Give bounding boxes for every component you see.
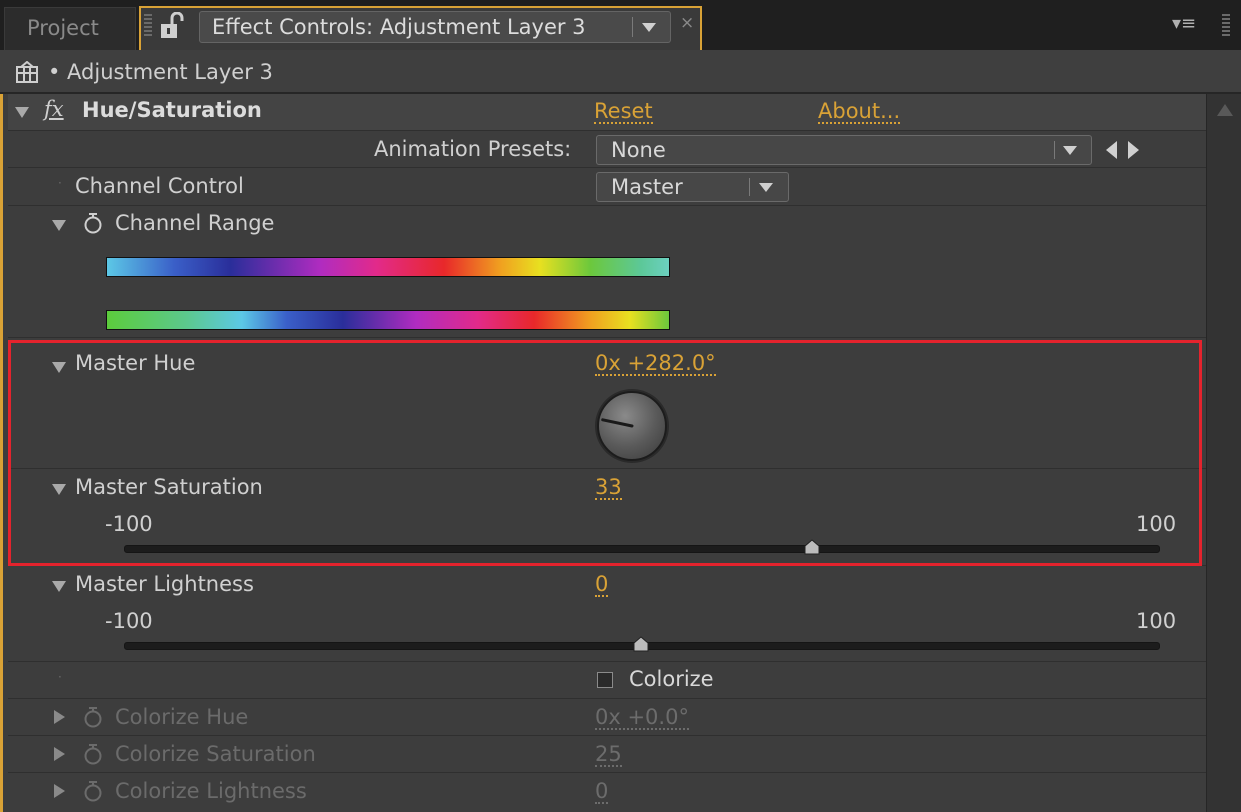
layer-header: • Adjustment Layer 3 [0, 50, 1241, 94]
tab-bar: Project Effect Controls: Adjustment Laye… [0, 0, 1241, 50]
effect-properties: fx Hue/Saturation Reset About... Animati… [8, 94, 1206, 812]
collapse-triangle-icon[interactable] [52, 484, 66, 495]
dropdown-separator [749, 178, 750, 196]
master-saturation-slider-thumb[interactable] [804, 539, 820, 555]
master-lightness-row: Master Lightness 0 -100 100 [8, 566, 1206, 662]
channel-control-row: · Channel Control Master [8, 168, 1206, 206]
next-preset-icon[interactable] [1128, 141, 1139, 159]
collapse-triangle-icon[interactable] [15, 107, 29, 118]
colorize-checkbox[interactable] [597, 672, 613, 688]
master-saturation-slider[interactable] [124, 545, 1160, 553]
colorize-row: · Colorize [8, 662, 1206, 699]
panel-menu-icon[interactable]: ▾≡ [1172, 13, 1206, 37]
collapse-triangle-icon[interactable] [52, 220, 66, 231]
expand-triangle-icon[interactable] [54, 710, 65, 724]
channel-range-top-bar[interactable] [106, 257, 670, 277]
colorize-hue-value: 0x +0.0° [595, 705, 689, 730]
slider-min-label: -100 [105, 512, 153, 536]
chevron-down-icon [642, 23, 656, 32]
slider-max-label: 100 [1136, 512, 1177, 536]
channel-control-value: Master [611, 175, 683, 199]
stopwatch-icon[interactable] [83, 780, 103, 802]
previous-preset-icon[interactable] [1106, 141, 1117, 159]
colorize-saturation-label: Colorize Saturation [115, 742, 316, 766]
animation-presets-label: Animation Presets: [374, 137, 572, 161]
colorize-saturation-row: Colorize Saturation 25 [8, 736, 1206, 773]
colorize-saturation-value: 25 [595, 742, 622, 767]
chevron-down-icon [1063, 146, 1077, 155]
master-lightness-value[interactable]: 0 [595, 573, 609, 597]
fx-icon[interactable]: fx [44, 97, 64, 121]
dropdown-separator [1054, 141, 1055, 159]
channel-control-dropdown[interactable]: Master [596, 172, 789, 202]
panel-focus-border [0, 94, 3, 812]
channel-range-label: Channel Range [115, 211, 275, 235]
bullet-icon: · [58, 176, 62, 190]
stopwatch-icon[interactable] [83, 212, 103, 234]
collapse-triangle-icon[interactable] [52, 581, 66, 592]
master-lightness-slider-thumb[interactable] [633, 636, 649, 652]
slider-min-label: -100 [105, 609, 153, 633]
master-hue-dial[interactable] [592, 386, 672, 466]
composition-icon [16, 61, 38, 83]
colorize-hue-row: Colorize Hue 0x +0.0° [8, 699, 1206, 736]
master-saturation-label: Master Saturation [75, 475, 263, 499]
animation-presets-value: None [611, 138, 666, 162]
master-hue-value[interactable]: 0x +282.0° [595, 352, 716, 376]
animation-presets-dropdown[interactable]: None [596, 135, 1092, 165]
effect-header-row: fx Hue/Saturation Reset About... [8, 94, 1206, 131]
effect-controls-layer-dropdown[interactable]: Effect Controls: Adjustment Layer 3 [199, 11, 671, 43]
tab-title: Effect Controls: Adjustment Layer 3 [212, 15, 586, 39]
stopwatch-icon[interactable] [83, 706, 103, 728]
tab-project[interactable]: Project [4, 7, 136, 50]
expand-triangle-icon[interactable] [54, 784, 65, 798]
colorize-lightness-row: Colorize Lightness 0 [8, 773, 1206, 812]
master-saturation-value[interactable]: 33 [595, 476, 622, 500]
master-hue-row: Master Hue 0x +282.0° [8, 338, 1206, 469]
colorize-lightness-value: 0 [595, 779, 609, 804]
stopwatch-icon[interactable] [83, 743, 103, 765]
effect-name: Hue/Saturation [82, 98, 262, 122]
master-hue-label: Master Hue [75, 351, 196, 375]
channel-control-label: Channel Control [75, 174, 244, 198]
vertical-scrollbar[interactable] [1206, 94, 1241, 812]
channel-range-row: Channel Range [8, 206, 1206, 338]
scroll-up-arrow-icon[interactable] [1217, 104, 1233, 116]
panel-grip-handle[interactable] [144, 12, 152, 36]
colorize-hue-label: Colorize Hue [115, 705, 249, 729]
colorize-lightness-label: Colorize Lightness [115, 779, 307, 803]
collapse-triangle-icon[interactable] [52, 362, 66, 373]
bullet-icon: · [58, 670, 62, 684]
close-icon[interactable]: × [680, 13, 694, 33]
slider-max-label: 100 [1136, 609, 1177, 633]
chevron-down-icon [759, 183, 773, 192]
dropdown-separator [632, 17, 633, 37]
lock-icon[interactable] [160, 12, 186, 40]
colorize-label: Colorize [629, 667, 714, 691]
master-lightness-label: Master Lightness [75, 572, 254, 596]
animation-presets-row: Animation Presets: None [8, 131, 1206, 168]
panel-grip-handle-right[interactable] [1222, 12, 1230, 36]
master-saturation-row: Master Saturation 33 -100 100 [8, 469, 1206, 566]
expand-triangle-icon[interactable] [54, 747, 65, 761]
reset-link[interactable]: Reset [594, 100, 653, 124]
layer-name: • Adjustment Layer 3 [48, 60, 273, 84]
about-link[interactable]: About... [818, 100, 901, 124]
channel-range-bottom-bar[interactable] [106, 310, 670, 330]
